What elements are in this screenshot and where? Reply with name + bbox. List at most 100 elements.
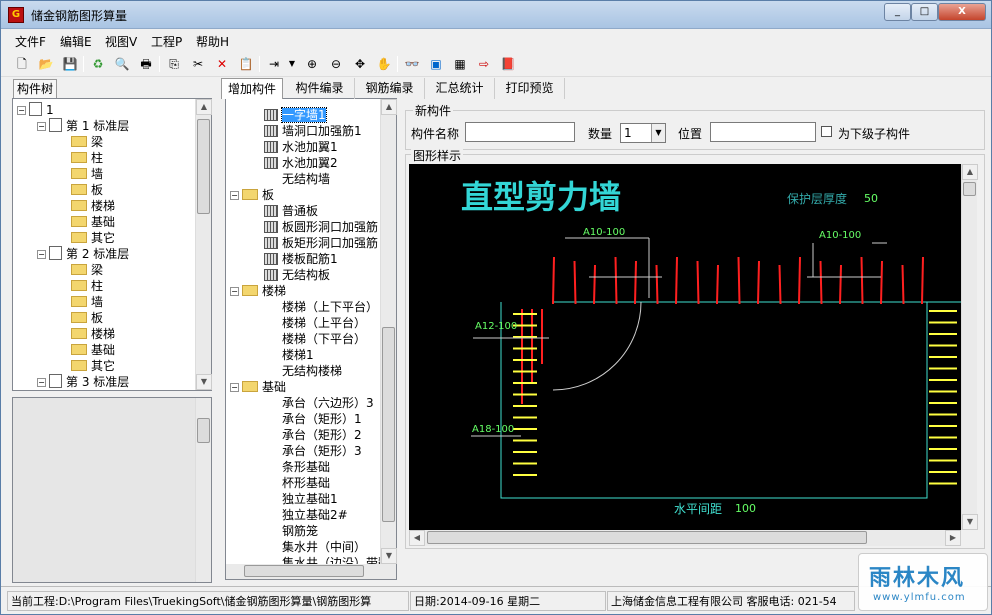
- component-item[interactable]: 独立基础1: [264, 491, 338, 507]
- component-item[interactable]: 集水井（边沿）带翻: [264, 555, 381, 564]
- component-item[interactable]: 承台（六边形）3: [264, 395, 374, 411]
- menu-file[interactable]: 文件F: [15, 33, 46, 50]
- exit-door-icon[interactable]: ⇨: [475, 55, 493, 73]
- indent-icon[interactable]: ⇥: [265, 55, 283, 73]
- tree-folder[interactable]: 板: [71, 182, 103, 198]
- component-item[interactable]: 楼梯（上平台）: [264, 315, 366, 331]
- zoom-out-icon[interactable]: ⊖: [327, 55, 345, 73]
- component-category[interactable]: − 基础: [230, 379, 286, 395]
- tree-folder[interactable]: 其它: [71, 230, 115, 246]
- wall-component-item[interactable]: 无结构墙: [264, 171, 330, 187]
- component-item[interactable]: 板圆形洞口加强筋: [264, 219, 378, 235]
- sub-component-checkbox[interactable]: [821, 126, 832, 137]
- pan-hand-icon[interactable]: ✋: [375, 55, 393, 73]
- menu-project[interactable]: 工程P: [151, 33, 182, 50]
- tree-folder[interactable]: 柱: [71, 278, 103, 294]
- tab-component-tree[interactable]: 构件树: [13, 79, 57, 98]
- component-item[interactable]: 无结构板: [264, 267, 330, 283]
- component-item[interactable]: 普通板: [264, 203, 318, 219]
- open-folder-icon[interactable]: 📂: [37, 55, 55, 73]
- tab-component-edit[interactable]: 构件编录: [285, 78, 355, 99]
- help-book-icon[interactable]: 📕: [499, 55, 517, 73]
- component-name-input[interactable]: [465, 122, 575, 142]
- vertical-rebar: [860, 256, 864, 305]
- component-item[interactable]: 楼板配筋1: [264, 251, 338, 267]
- dropdown-arrow-icon[interactable]: ▼: [283, 55, 301, 73]
- tree-folder[interactable]: 基础: [71, 214, 115, 230]
- component-item[interactable]: 楼梯1: [264, 347, 314, 363]
- component-item[interactable]: 承台（矩形）2: [264, 427, 362, 443]
- component-category[interactable]: − 楼梯: [230, 283, 286, 299]
- tree-root[interactable]: −1: [17, 102, 54, 118]
- tree-folder[interactable]: 楼梯: [71, 198, 115, 214]
- position-input[interactable]: [710, 122, 816, 142]
- component-item[interactable]: 集水井（中间）: [264, 539, 366, 555]
- tab-print-preview[interactable]: 打印预览: [495, 78, 565, 99]
- component-item[interactable]: 楼梯（下平台）: [264, 331, 366, 347]
- tab-rebar-edit[interactable]: 钢筋编录: [355, 78, 425, 99]
- component-item[interactable]: 楼梯（上下平台）: [264, 299, 378, 315]
- component-item[interactable]: 钢筋笼: [264, 523, 318, 539]
- tree-folder[interactable]: 基础: [71, 342, 115, 358]
- component-item[interactable]: 承台（矩形）1: [264, 411, 362, 427]
- canvas-hscrollbar[interactable]: ◀ ▶: [409, 530, 961, 546]
- tree-folder[interactable]: 梁: [71, 262, 103, 278]
- sub-component-label: 为下级子构件: [838, 127, 911, 141]
- print-preview-icon[interactable]: 🔍: [113, 55, 131, 73]
- component-item[interactable]: 杯形基础: [264, 475, 330, 491]
- drawing-canvas[interactable]: 直型剪力墙 保护层厚度 50 A10-100 A10-100 A12-100 A…: [409, 164, 961, 530]
- tree-folder[interactable]: 其它: [71, 358, 115, 374]
- library-scrollbar[interactable]: ▲ ▼: [380, 99, 397, 564]
- tree-floor[interactable]: − 第 3 标准层: [37, 374, 129, 390]
- minimize-button[interactable]: _: [884, 3, 911, 21]
- wall-component-item[interactable]: 墙洞口加强筋1: [264, 123, 362, 139]
- menu-help[interactable]: 帮助H: [196, 33, 229, 50]
- menu-edit[interactable]: 编辑E: [60, 33, 92, 50]
- chevron-down-icon[interactable]: ▼: [651, 124, 665, 142]
- maximize-button[interactable]: □: [911, 3, 938, 21]
- refresh-icon[interactable]: ♻: [89, 55, 107, 73]
- new-file-icon[interactable]: 🗋: [13, 55, 31, 73]
- library-hscrollbar[interactable]: [226, 564, 396, 579]
- wall-component-item[interactable]: 水池加翼1: [264, 139, 338, 155]
- component-item[interactable]: 条形基础: [264, 459, 330, 475]
- tree-floor[interactable]: − 第 1 标准层: [37, 118, 129, 134]
- component-item[interactable]: 承台（矩形）3: [264, 443, 362, 459]
- tree-floor[interactable]: − 第 2 标准层: [37, 246, 129, 262]
- component-item[interactable]: 独立基础2#: [264, 507, 348, 523]
- property-scrollbar[interactable]: [195, 398, 211, 582]
- tree-folder[interactable]: 墙: [71, 166, 103, 182]
- copy-icon[interactable]: ⎘: [165, 55, 183, 73]
- component-icon: [264, 331, 278, 344]
- tree-folder[interactable]: 柱: [71, 150, 103, 166]
- component-category[interactable]: − 板: [230, 187, 274, 203]
- component-library-tree[interactable]: 一字墙1 墙洞口加强筋1 水池加翼1 水池加翼2 无结构墙 − 板普通板 板圆形洞口加强筋 板矩…: [225, 98, 397, 580]
- print-icon[interactable]: 🖶: [137, 55, 155, 73]
- wall-component-item[interactable]: 水池加翼2: [264, 155, 338, 171]
- save-icon[interactable]: 💾: [61, 55, 79, 73]
- vertical-rebar: [675, 256, 678, 305]
- tree-folder[interactable]: 楼梯: [71, 326, 115, 342]
- component-tree[interactable]: −1− 第 1 标准层梁柱墙板楼梯 基础 其它 − 第 2 标准层梁柱墙板楼梯 基础 其它 − 第…: [12, 98, 212, 391]
- tab-summary[interactable]: 汇总统计: [425, 78, 495, 99]
- tree-folder[interactable]: 梁: [71, 134, 103, 150]
- tree-folder[interactable]: 墙: [71, 294, 103, 310]
- paste-icon[interactable]: 📋: [237, 55, 255, 73]
- component-item[interactable]: 板矩形洞口加强筋: [264, 235, 378, 251]
- delete-icon[interactable]: ✕: [213, 55, 231, 73]
- zoom-in-icon[interactable]: ⊕: [303, 55, 321, 73]
- quantity-select[interactable]: 1 ▼: [620, 123, 666, 143]
- move-icon[interactable]: ✥: [351, 55, 369, 73]
- component-item[interactable]: 无结构楼梯: [264, 363, 342, 379]
- tree-scrollbar[interactable]: ▲ ▼: [195, 99, 212, 390]
- canvas-vscrollbar[interactable]: ▲ ▼: [961, 164, 978, 530]
- cut-icon[interactable]: ✂: [189, 55, 207, 73]
- tab-add-component[interactable]: 增加构件: [221, 78, 283, 99]
- wall-component-item[interactable]: 一字墙1: [264, 107, 327, 123]
- tree-folder[interactable]: 板: [71, 310, 103, 326]
- screen-icon[interactable]: ▣: [427, 55, 445, 73]
- menu-view[interactable]: 视图V: [105, 33, 137, 50]
- close-button[interactable]: X: [938, 3, 986, 21]
- calculator-icon[interactable]: ▦: [451, 55, 469, 73]
- find-binoculars-icon[interactable]: 👓: [403, 55, 421, 73]
